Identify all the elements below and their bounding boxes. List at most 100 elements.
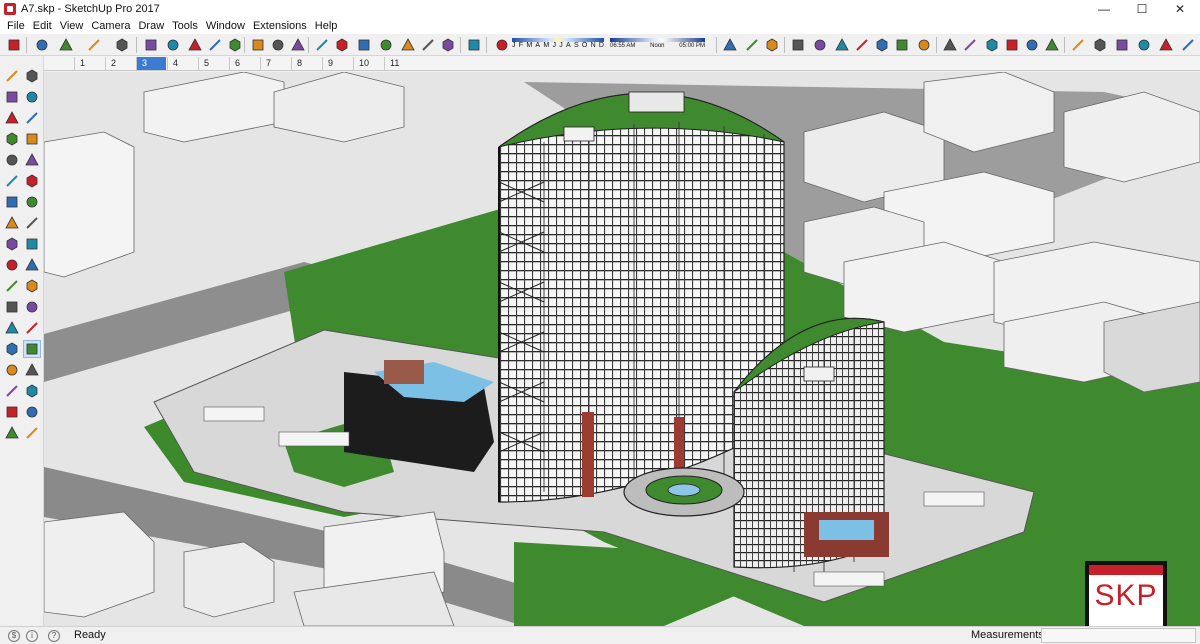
orbit-icon[interactable] <box>314 37 330 53</box>
protractor-icon[interactable] <box>4 299 20 315</box>
3d-text-icon[interactable] <box>24 320 40 336</box>
tape-measure-icon[interactable] <box>250 37 266 53</box>
scene-tab-11[interactable]: 11 <box>384 57 414 70</box>
menu-file[interactable]: File <box>3 18 29 34</box>
pie-icon[interactable] <box>24 173 40 189</box>
scene-tab-5[interactable]: 5 <box>198 57 228 70</box>
scene-tab-2[interactable]: 2 <box>105 57 135 70</box>
eraser-icon[interactable] <box>34 37 50 53</box>
add-location-icon[interactable] <box>764 37 780 53</box>
paint-bucket-icon[interactable] <box>4 89 20 105</box>
menu-draw[interactable]: Draw <box>134 18 168 34</box>
previous-icon[interactable] <box>24 383 40 399</box>
pan-icon[interactable] <box>334 37 350 53</box>
push-pull-icon[interactable] <box>24 215 40 231</box>
scene-tab-8[interactable]: 8 <box>291 57 321 70</box>
menu-window[interactable]: Window <box>202 18 249 34</box>
scene-tab-1[interactable]: 1 <box>74 57 104 70</box>
text-icon[interactable] <box>270 37 286 53</box>
shape-icon[interactable] <box>86 37 102 53</box>
zoom-window-icon[interactable] <box>24 362 40 378</box>
instructor-icon[interactable]: ? <box>48 630 60 642</box>
axes-icon[interactable] <box>4 320 20 336</box>
component-icon[interactable] <box>24 68 40 84</box>
extension-icon[interactable] <box>420 37 436 53</box>
geolocation-icon[interactable]: $ <box>8 630 20 642</box>
rotate-icon[interactable] <box>4 236 20 252</box>
eraser-icon[interactable] <box>24 89 40 105</box>
orbit-icon[interactable] <box>4 341 20 357</box>
menu-tools[interactable]: Tools <box>168 18 202 34</box>
walk-icon[interactable] <box>4 404 20 420</box>
shaded-textures-icon[interactable] <box>894 37 910 53</box>
credits-icon[interactable]: i <box>26 630 38 642</box>
scene-tab-4[interactable]: 4 <box>167 57 197 70</box>
hidden-line-icon[interactable] <box>854 37 870 53</box>
line-icon[interactable] <box>58 37 74 53</box>
zoom-extents-icon[interactable] <box>4 383 20 399</box>
look-around-icon[interactable] <box>24 404 40 420</box>
scene-tab-6[interactable]: 6 <box>229 57 259 70</box>
arc-icon[interactable] <box>4 173 20 189</box>
minimize-button[interactable]: — <box>1086 0 1122 18</box>
section-plane-icon[interactable] <box>722 37 738 53</box>
shadow-date-slider[interactable]: J F M A M J J A S O N D <box>512 38 604 52</box>
union-icon[interactable] <box>1114 37 1130 53</box>
offset2-icon[interactable] <box>4 257 20 273</box>
menu-extensions[interactable]: Extensions <box>249 18 311 34</box>
split-icon[interactable] <box>1180 37 1196 53</box>
trim-icon[interactable] <box>1158 37 1174 53</box>
menu-view[interactable]: View <box>56 18 88 34</box>
pan-icon[interactable] <box>23 340 41 358</box>
scale-icon[interactable] <box>227 37 243 53</box>
monochrome-icon[interactable] <box>916 37 932 53</box>
subtract-icon[interactable] <box>1136 37 1152 53</box>
line-icon[interactable] <box>4 110 20 126</box>
iso-view-icon[interactable] <box>942 37 958 53</box>
front-view-icon[interactable] <box>984 37 1000 53</box>
back-edges-icon[interactable] <box>812 37 828 53</box>
dimension-icon[interactable] <box>24 278 40 294</box>
xray-icon[interactable] <box>790 37 806 53</box>
select-icon[interactable] <box>6 37 22 53</box>
sandbox-icon[interactable] <box>24 257 40 273</box>
rectangle-icon[interactable] <box>4 131 20 147</box>
shaded-icon[interactable] <box>874 37 890 53</box>
display-section-icon[interactable] <box>744 37 760 53</box>
layout-icon[interactable] <box>440 37 456 53</box>
push-pull-icon[interactable] <box>143 37 159 53</box>
rotated-rect-icon[interactable] <box>24 131 40 147</box>
maximize-button[interactable]: ☐ <box>1124 0 1160 18</box>
freehand-icon[interactable] <box>24 110 40 126</box>
ruby-icon[interactable] <box>466 37 482 53</box>
polygon-icon[interactable] <box>24 152 40 168</box>
zoom-extents-icon[interactable] <box>378 37 394 53</box>
scene-tab-9[interactable]: 9 <box>322 57 352 70</box>
circle-icon[interactable] <box>4 152 20 168</box>
paint-icon[interactable] <box>290 37 306 53</box>
scene-tab-10[interactable]: 10 <box>353 57 383 70</box>
wireframe-icon[interactable] <box>834 37 850 53</box>
scale-icon[interactable] <box>24 236 40 252</box>
follow-me-icon[interactable] <box>165 37 181 53</box>
close-button[interactable]: ✕ <box>1162 0 1198 18</box>
right-view-icon[interactable] <box>1004 37 1020 53</box>
move-icon[interactable] <box>187 37 203 53</box>
scene-tab-7[interactable]: 7 <box>260 57 290 70</box>
offset-icon[interactable] <box>4 194 20 210</box>
menu-help[interactable]: Help <box>311 18 342 34</box>
scene-tab-3[interactable]: 3 <box>136 57 166 70</box>
shadow-time-slider[interactable]: 06:55 AM Noon 05:00 PM <box>610 38 705 52</box>
tape-measure-icon[interactable] <box>4 278 20 294</box>
measurements-input[interactable] <box>1041 628 1196 643</box>
warehouse-icon[interactable] <box>400 37 416 53</box>
section-icon[interactable] <box>24 425 40 441</box>
paint-bucket-icon[interactable] <box>114 37 130 53</box>
follow-me-icon[interactable] <box>24 194 40 210</box>
move-icon[interactable] <box>4 215 20 231</box>
zoom-icon[interactable] <box>356 37 372 53</box>
select-icon[interactable] <box>4 68 20 84</box>
rotate-icon[interactable] <box>207 37 223 53</box>
outer-shell-icon[interactable] <box>1070 37 1086 53</box>
zoom-icon[interactable] <box>4 362 20 378</box>
